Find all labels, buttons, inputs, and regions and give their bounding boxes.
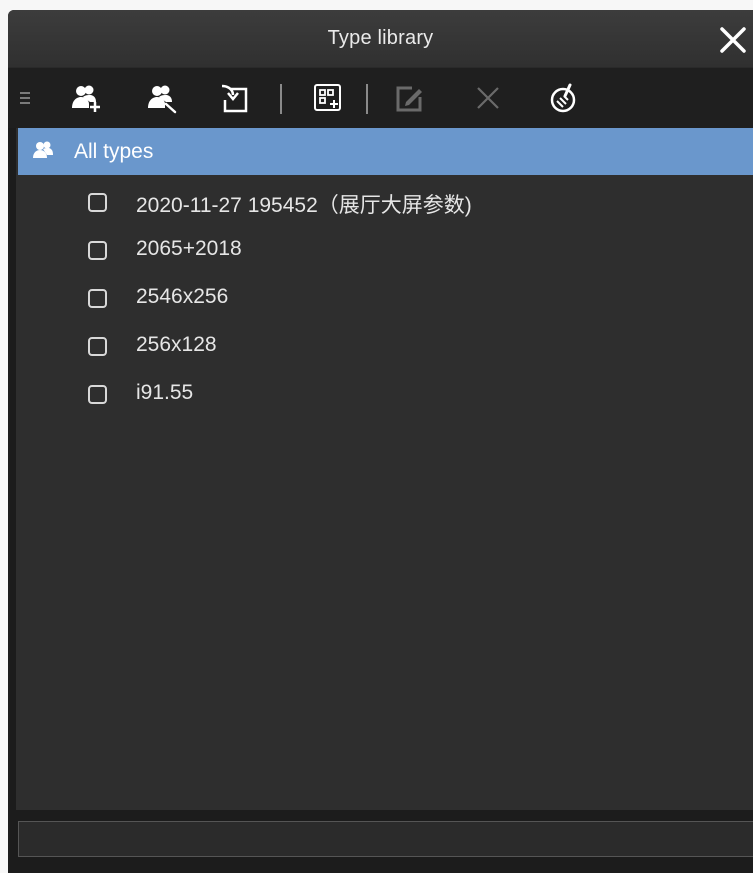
item-label: 256x128	[136, 333, 217, 356]
delete-button[interactable]	[470, 80, 506, 116]
import-button[interactable]	[216, 80, 252, 116]
tree-item[interactable]: i91.55	[78, 374, 718, 414]
edit-type-button[interactable]	[144, 80, 180, 116]
toolbar-separator	[280, 84, 282, 114]
import-icon	[221, 84, 248, 113]
tree-root-all-types[interactable]: All types	[18, 128, 753, 175]
item-checkbox[interactable]	[88, 337, 107, 356]
title-bar: Type library	[8, 10, 753, 68]
tree-item[interactable]: 256x128	[78, 326, 718, 366]
users-icon	[33, 141, 53, 158]
item-label: 2020-11-27 195452（展厅大屏参数)	[136, 194, 472, 217]
type-tree: All types 2020-11-27 195452（展厅大屏参数) 2065…	[16, 128, 753, 810]
close-icon	[720, 27, 746, 53]
edit-type-icon	[148, 85, 177, 114]
status-bar	[18, 821, 753, 857]
item-checkbox[interactable]	[88, 289, 107, 308]
tree-item[interactable]: 2546x256	[78, 278, 718, 318]
tree-item[interactable]: 2065+2018	[78, 230, 718, 270]
toolbar-separator	[366, 84, 368, 114]
delete-icon	[477, 87, 499, 109]
add-grid-icon	[314, 84, 341, 111]
clean-icon	[550, 83, 576, 113]
edit-icon	[396, 86, 422, 112]
toolbar-grip[interactable]	[16, 80, 38, 116]
menu-handle-icon	[20, 92, 30, 104]
tree-root-label: All types	[74, 140, 154, 163]
item-label: 2065+2018	[136, 237, 242, 260]
item-checkbox[interactable]	[88, 385, 107, 404]
clean-button[interactable]	[546, 80, 582, 116]
toolbar	[8, 68, 753, 128]
item-checkbox[interactable]	[88, 241, 107, 260]
close-button[interactable]	[715, 22, 751, 58]
item-label: 2546x256	[136, 285, 229, 308]
edit-button[interactable]	[392, 80, 428, 116]
item-label: i91.55	[136, 381, 194, 404]
window-title: Type library	[327, 27, 434, 49]
add-type-button[interactable]	[68, 80, 104, 116]
add-type-icon	[72, 85, 100, 112]
add-grid-button[interactable]	[310, 80, 346, 116]
tree-item[interactable]: 2020-11-27 195452（展厅大屏参数)	[78, 182, 718, 222]
item-checkbox[interactable]	[88, 193, 107, 212]
type-library-window: Type library All types 2020-11-27 195452…	[8, 10, 753, 873]
